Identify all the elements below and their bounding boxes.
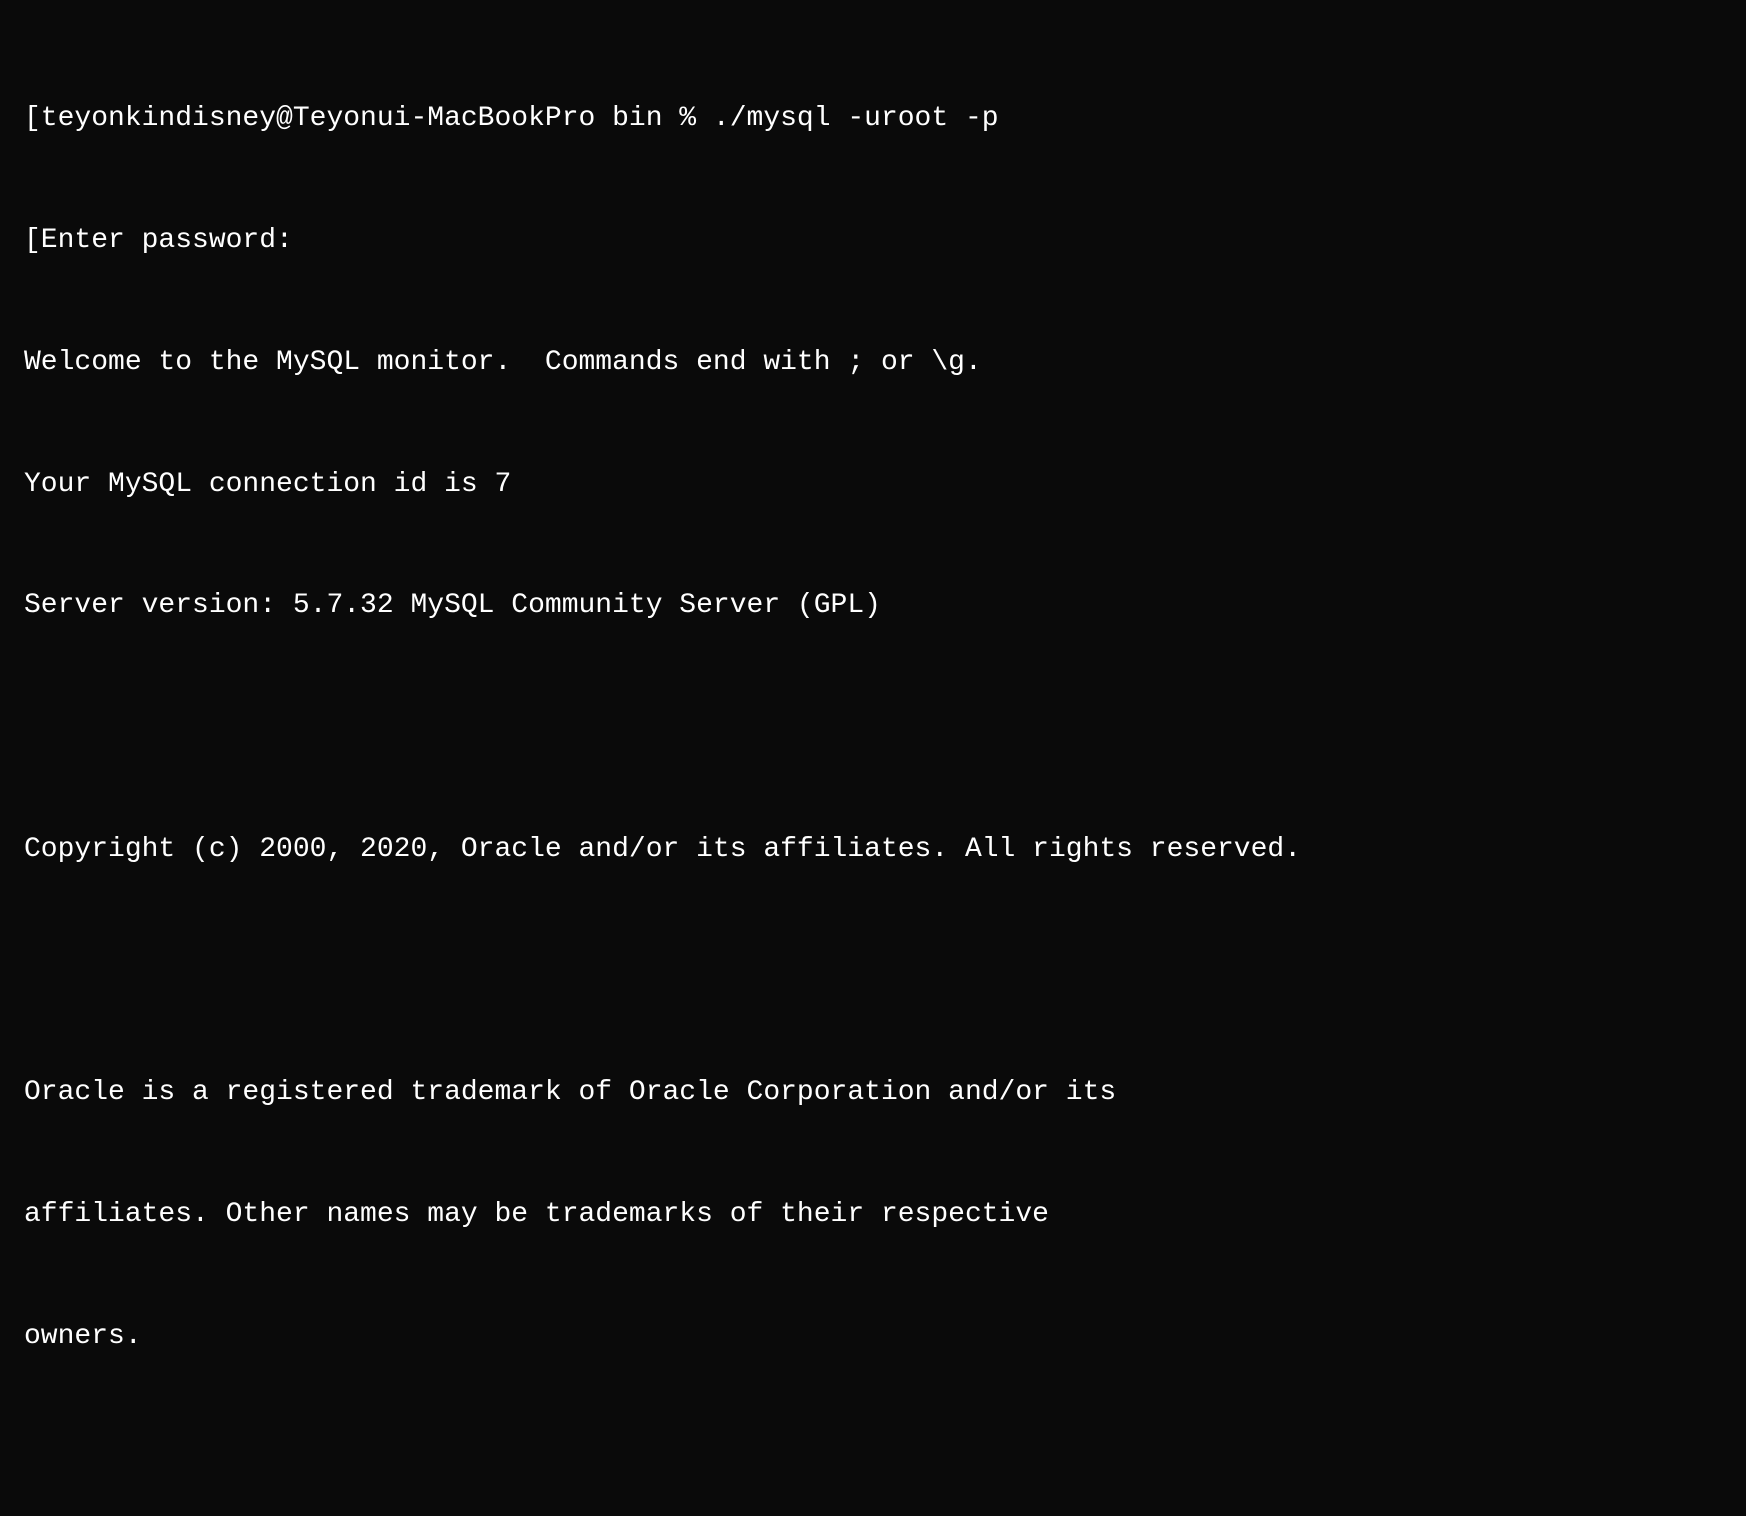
terminal-line-2: [Enter password: — [24, 221, 1722, 262]
terminal-line-9: owners. — [24, 1317, 1722, 1358]
terminal-line-8: affiliates. Other names may be trademark… — [24, 1195, 1722, 1236]
terminal-window[interactable]: [teyonkindisney@Teyonui-MacBookPro bin %… — [0, 0, 1746, 758]
terminal-line-5: Server version: 5.7.32 MySQL Community S… — [24, 586, 1722, 627]
terminal-line-4: Your MySQL connection id is 7 — [24, 465, 1722, 506]
terminal-line-3: Welcome to the MySQL monitor. Commands e… — [24, 343, 1722, 384]
blank-line-1 — [24, 708, 1722, 749]
blank-line-3 — [24, 1439, 1722, 1480]
terminal-line-6: Copyright (c) 2000, 2020, Oracle and/or … — [24, 830, 1722, 871]
terminal-line-1: [teyonkindisney@Teyonui-MacBookPro bin %… — [24, 99, 1722, 140]
blank-line-2 — [24, 952, 1722, 993]
terminal-line-7: Oracle is a registered trademark of Orac… — [24, 1073, 1722, 1114]
